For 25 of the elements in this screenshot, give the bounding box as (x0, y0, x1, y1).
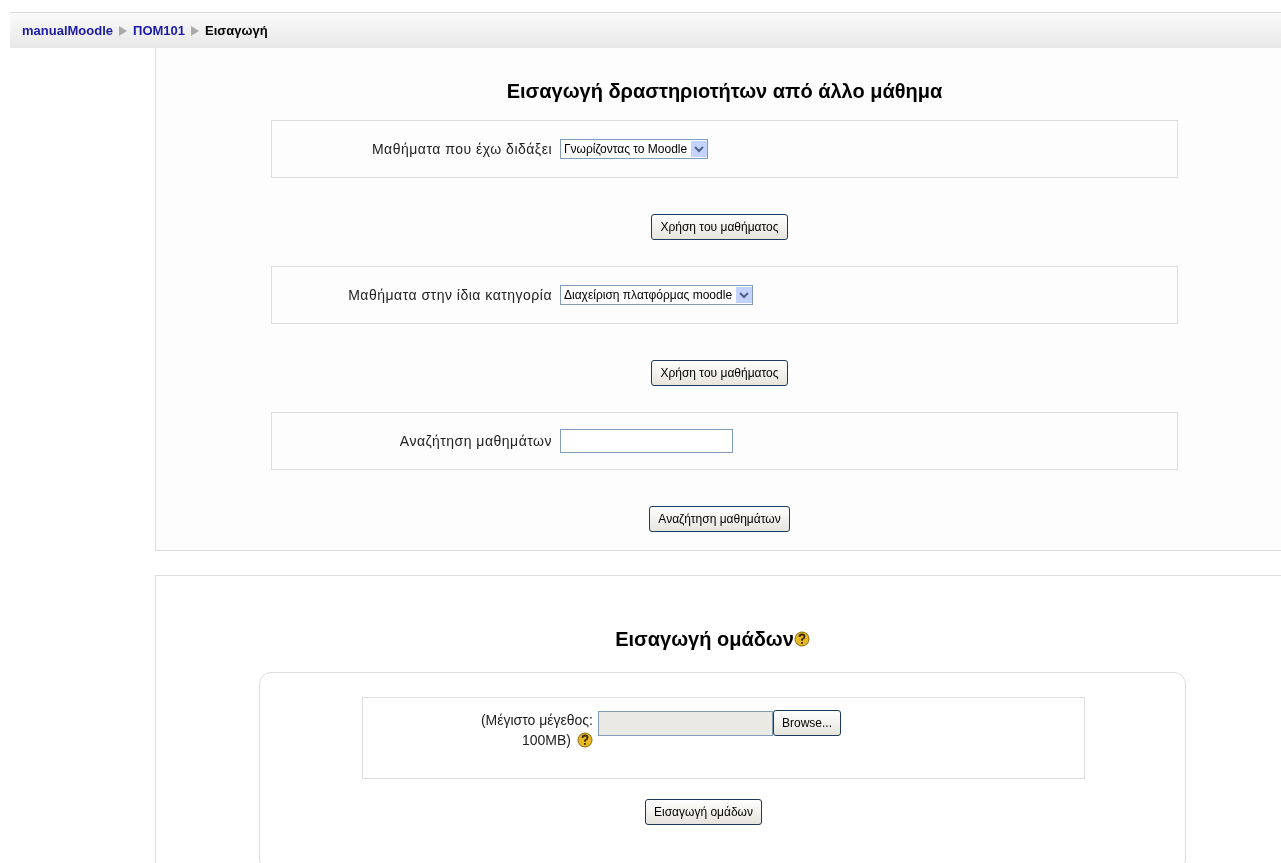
separator-arrow-icon (119, 25, 127, 36)
chevron-down-icon (739, 291, 750, 299)
browse-button[interactable]: Browse... (773, 710, 841, 736)
breadcrumb-link[interactable]: ΠΟΜ101 (133, 20, 186, 41)
submit-button[interactable]: Χρήση του μαθήματος (651, 360, 788, 386)
course-select[interactable]: Διαχείριση πλατφόρμας moodle (560, 285, 754, 305)
field-label: Μαθήματα που έχω διδάξει (370, 139, 553, 159)
field-label: (Μέγιστο μέγεθος: (480, 711, 593, 730)
submit-button[interactable]: Χρήση του μαθήματος (651, 214, 788, 240)
separator-arrow-icon (191, 25, 200, 36)
section-title: Εισαγωγή δραστηριοτήτων από άλλο μάθημα (505, 79, 944, 104)
breadcrumb-current: Εισαγωγή (205, 21, 268, 40)
field-label: Μαθήματα στην ίδια κατηγορία (347, 285, 553, 305)
search-field[interactable] (560, 429, 733, 453)
course-select[interactable]: Γνωρίζοντας το Moodle (560, 139, 709, 159)
file-path-field[interactable] (598, 710, 773, 736)
breadcrumb-link[interactable]: manualMoodle (22, 20, 113, 41)
help-icon[interactable] (793, 631, 810, 647)
submit-button[interactable]: Εισαγωγή ομάδων (645, 799, 762, 825)
field-label: 100MB) (521, 731, 571, 750)
section-title: Εισαγωγή ομάδων (615, 627, 794, 652)
submit-button[interactable]: Αναζήτηση μαθημάτων (649, 506, 790, 532)
help-icon[interactable] (577, 732, 593, 748)
chevron-down-icon (694, 145, 705, 153)
field-label: Αναζήτηση μαθημάτων (398, 431, 553, 451)
